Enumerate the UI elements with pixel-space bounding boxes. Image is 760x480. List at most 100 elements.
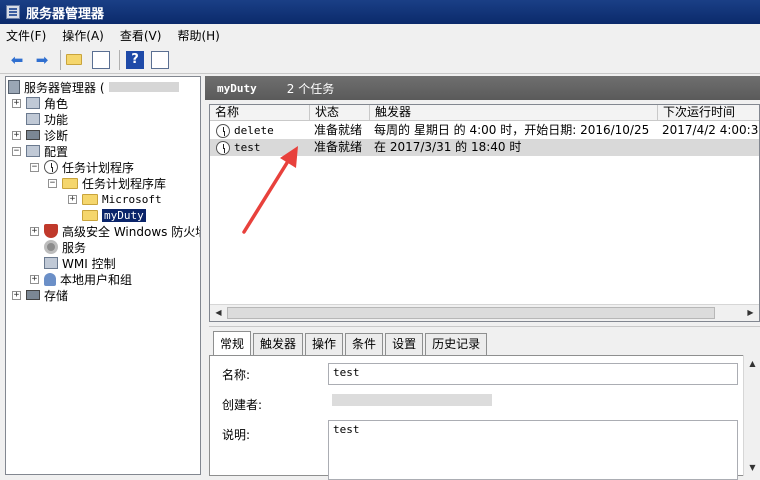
tree-label: 功能 [44,112,69,127]
tree-item-roles[interactable]: + 角色 [12,95,68,111]
tree-item-local-users[interactable]: + 本地用户和组 [30,271,132,287]
tab-triggers[interactable]: 触发器 [253,333,304,355]
vertical-scrollbar[interactable]: ▲ ▼ [743,355,760,476]
back-button[interactable]: ⬅ [6,49,28,71]
tree-label: 本地用户和组 [60,272,133,287]
action-pane-icon [151,50,169,69]
tree-label: Microsoft [102,192,162,206]
server-manager-window: 服务器管理器 文件(F) 操作(A) 查看(V) 帮助(H) ⬅ ➡ ? 服务器… [0,0,760,480]
scroll-right-icon[interactable]: ▶ [742,305,759,321]
task-name: delete [234,124,274,137]
users-icon [44,272,56,286]
expand-icon[interactable]: + [12,98,21,108]
tree-item-myduty[interactable]: myDuty [68,207,146,223]
tab-history[interactable]: 历史记录 [425,333,488,355]
task-trigger: 在 2017/3/31 的 18:40 时 [374,140,522,154]
storage-icon [26,290,40,300]
roles-icon [26,97,40,109]
column-header-name[interactable]: 名称 [210,105,310,121]
menu-help[interactable]: 帮助(H) [177,27,219,44]
expand-icon[interactable]: + [30,226,39,236]
menu-file[interactable]: 文件(F) [6,27,46,44]
tab-settings[interactable]: 设置 [385,333,424,355]
task-clock-icon [216,140,230,155]
tree-item-storage[interactable]: + 存储 [12,287,68,303]
tree-label-selected: myDuty [102,208,146,222]
back-arrow-icon: ⬅ [10,50,24,69]
tree-item-diagnostics[interactable]: + 诊断 [12,127,68,143]
tree-item-services[interactable]: 服务 [30,239,86,255]
redacted-author [332,394,492,406]
menu-action[interactable]: 操作(A) [62,27,104,44]
scroll-down-icon[interactable]: ▼ [744,459,760,476]
tree-label: 任务计划程序 [62,160,135,175]
task-next-run [658,139,759,156]
gear-icon [44,240,58,254]
tree-label: 服务器管理器 ( [24,80,105,95]
name-field[interactable]: test [328,363,738,385]
tree-item-task-scheduler[interactable]: − 任务计划程序 [30,159,134,175]
menu-view[interactable]: 查看(V) [120,27,162,44]
scroll-left-icon[interactable]: ◀ [210,305,227,321]
title-bar: 服务器管理器 [0,0,760,24]
clock-icon [44,160,58,174]
console-tree-icon [92,50,110,69]
up-folder-button[interactable] [65,49,87,71]
tab-actions[interactable]: 操作 [305,333,344,355]
task-status: 准备就绪 [314,140,363,154]
folder-icon [82,209,98,221]
tab-general-body: 名称: test 创建者: 说明: test [209,355,751,480]
tree-item-features[interactable]: 功能 [12,111,68,127]
description-field[interactable]: test [328,420,738,480]
detail-tabs: 常规 触发器 操作 条件 设置 历史记录 [213,331,489,355]
task-status: 准备就绪 [314,123,363,137]
expand-icon[interactable]: + [68,194,77,204]
show-hide-tree-button[interactable] [90,49,112,71]
expand-icon[interactable]: + [12,290,21,300]
server-icon [8,80,20,94]
expand-icon[interactable]: + [12,130,21,140]
toolbar-separator [60,49,61,70]
features-icon [26,113,40,125]
scroll-up-icon[interactable]: ▲ [744,355,760,372]
cell-name: delete [210,122,310,139]
wmi-icon [44,257,58,269]
scroll-thumb[interactable] [227,307,715,319]
column-header-status[interactable]: 状态 [310,105,370,121]
pane-header: myDuty 2 个任务 [205,76,760,100]
task-trigger: 每周的 星期日 的 4:00 时，开始日期: 2016/10/25 [374,123,650,137]
column-header-next-run[interactable]: 下次运行时间 [658,105,759,121]
configuration-icon [26,145,40,157]
collapse-icon[interactable]: − [48,178,57,188]
tree-item-task-library[interactable]: − 任务计划程序库 [48,175,166,191]
folder-clock-icon [62,177,78,189]
horizontal-scrollbar[interactable]: ◀ ▶ [210,304,759,321]
tree-item-server-manager[interactable]: 服务器管理器 ( [8,79,179,95]
window-title: 服务器管理器 [26,6,105,22]
table-row[interactable]: delete 准备就绪 每周的 星期日 的 4:00 时，开始日期: 2016/… [210,122,759,139]
help-icon: ? [126,50,144,69]
author-label: 创建者: [222,398,263,412]
diagnostics-icon [26,130,40,140]
show-action-pane-button[interactable] [149,49,171,71]
tree-item-firewall[interactable]: + 高级安全 Windows 防火墙 [30,223,200,239]
tab-conditions[interactable]: 条件 [345,333,384,355]
collapse-icon[interactable]: − [12,146,21,156]
help-button[interactable]: ? [124,49,146,71]
forward-button[interactable]: ➡ [31,49,53,71]
console-tree: 服务器管理器 ( + 角色 功能 + 诊断 − 配置 − 任务计划程序 − 任务… [5,76,201,475]
column-header-trigger[interactable]: 触发器 [370,105,658,121]
toolbar-separator [119,49,120,70]
tree-item-wmi[interactable]: WMI 控制 [30,255,116,271]
task-detail-pane: 常规 触发器 操作 条件 设置 历史记录 名称: test 创建者: 说明: t… [209,326,760,480]
tab-general[interactable]: 常规 [213,331,252,355]
tree-item-microsoft[interactable]: + Microsoft [68,191,162,207]
collapse-icon[interactable]: − [30,162,39,172]
expand-icon[interactable]: + [30,274,39,284]
server-manager-icon [6,5,20,19]
tree-item-configuration[interactable]: − 配置 [12,143,68,159]
tree-label: 任务计划程序库 [82,176,167,191]
